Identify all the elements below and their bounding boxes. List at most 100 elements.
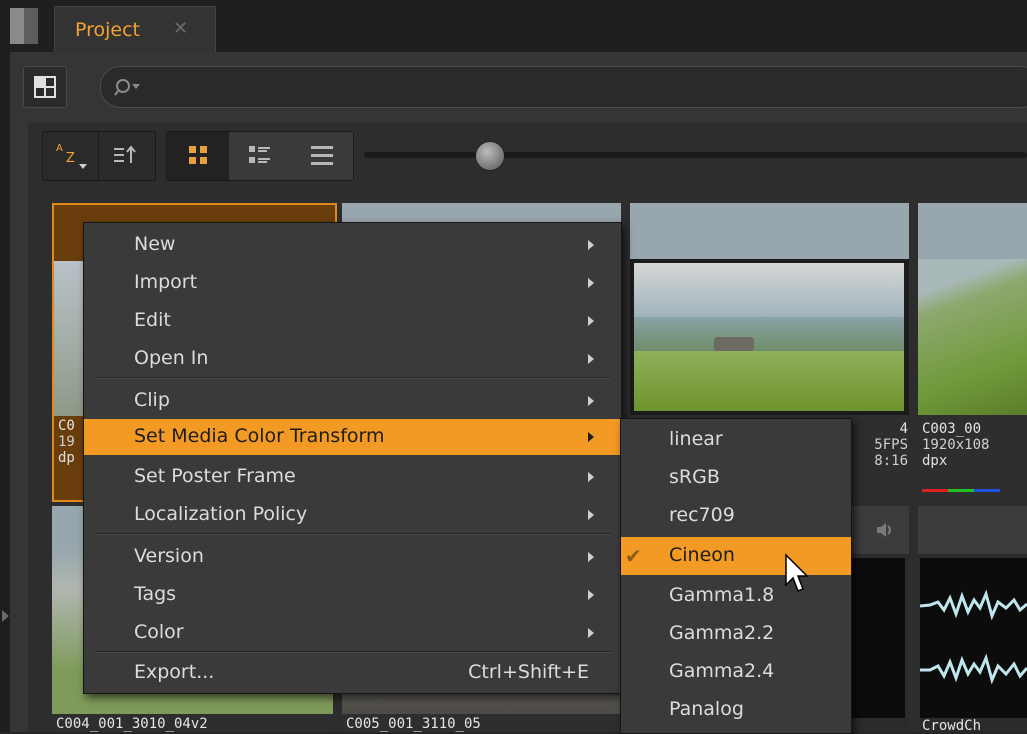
clip-name: C005_001_3110_05 [346, 716, 481, 732]
grid-view-icon [189, 146, 207, 164]
sort-az-button[interactable]: A Z [43, 132, 99, 180]
menu-item-label: Edit [134, 309, 171, 331]
menu-item-edit[interactable]: Edit [84, 303, 621, 339]
tab-project[interactable]: Project ✕ [54, 6, 216, 53]
left-rail [0, 52, 10, 732]
view-mode-controls [166, 131, 354, 181]
layout-toggle-button[interactable] [23, 66, 67, 108]
clip-sky [918, 203, 1027, 259]
submenu-item-label: Gamma2.2 [669, 622, 775, 644]
sort-az-icon [79, 164, 87, 169]
panel-tab-bar: Project ✕ [0, 0, 1027, 53]
submenu-item-label: sRGB [669, 466, 720, 488]
thumbnail-size-slider[interactable] [364, 152, 1027, 158]
clip-resolution: 1920x108 [922, 437, 990, 453]
sort-z-label: Z [66, 151, 75, 166]
submenu-arrow-icon [588, 396, 594, 406]
menu-item-export[interactable]: Export... Ctrl+Shift+E [84, 655, 621, 691]
submenu-item-label: linear [669, 428, 723, 450]
submenu-arrow-icon [588, 510, 594, 520]
menu-item-clip[interactable]: Clip [84, 383, 621, 419]
clip-thumbnail[interactable]: CrowdCh [918, 506, 1027, 734]
clip-format: dpx [922, 453, 948, 469]
list-view-icon [311, 146, 333, 165]
color-transform-srgb[interactable]: sRGB [621, 459, 851, 497]
menu-item-new[interactable]: New [84, 227, 621, 263]
menu-item-label: Clip [134, 389, 170, 411]
submenu-arrow-icon [588, 240, 594, 250]
audio-speaker-icon[interactable] [874, 520, 894, 540]
panel-grip-icon[interactable] [10, 8, 38, 44]
clip-metadata: C003_00 1920x108 dpx [922, 421, 1027, 469]
submenu-item-label: Gamma1.8 [669, 584, 775, 606]
submenu-item-label: rec709 [669, 504, 735, 526]
expand-arrow-icon[interactable] [2, 610, 9, 622]
clip-resolution: 19 [58, 434, 75, 450]
clip-name: 4 [899, 421, 908, 437]
color-transform-gamma2-2[interactable]: Gamma2.2 [621, 615, 851, 653]
menu-item-label: Version [134, 545, 204, 567]
menu-item-label: New [134, 233, 176, 255]
tab-title: Project [75, 19, 141, 41]
color-transform-gamma1-8[interactable]: Gamma1.8 [621, 577, 851, 615]
clip-thumbnail[interactable]: C003_00 1920x108 dpx [918, 203, 1027, 498]
menu-item-label: Color [134, 621, 184, 643]
search-icon[interactable] [113, 76, 141, 98]
menu-separator [94, 651, 611, 653]
menu-item-localization-policy[interactable]: Localization Policy [84, 497, 621, 533]
clip-sky [630, 203, 909, 259]
submenu-arrow-icon [588, 590, 594, 600]
menu-item-label: Open In [134, 347, 209, 369]
color-transform-gamma2-4[interactable]: Gamma2.4 [621, 653, 851, 691]
color-transform-rec709[interactable]: rec709 [621, 497, 851, 535]
clip-duration: 8:16 [874, 453, 908, 469]
submenu-arrow-icon [588, 432, 594, 442]
close-icon[interactable]: ✕ [173, 18, 188, 39]
submenu-arrow-icon [588, 316, 594, 326]
menu-item-color[interactable]: Color [84, 615, 621, 651]
submenu-arrow-icon [588, 472, 594, 482]
detail-view-button[interactable] [229, 132, 292, 180]
menu-item-import[interactable]: Import [84, 265, 621, 301]
list-view-button[interactable] [291, 132, 353, 180]
clip-image [630, 259, 909, 415]
menu-item-label: Tags [134, 583, 177, 605]
menu-item-open-in[interactable]: Open In [84, 341, 621, 377]
grid-view-button[interactable] [167, 132, 230, 180]
mouse-pointer-icon [785, 553, 809, 592]
clip-header [918, 506, 1027, 554]
channel-bar-red [922, 489, 948, 492]
clip-metadata: 4 5FPS 8:16 [846, 421, 908, 469]
color-transform-panalog[interactable]: Panalog [621, 691, 851, 729]
clip-format: dp [58, 450, 75, 466]
submenu-item-label: Panalog [669, 698, 744, 720]
menu-item-label: Localization Policy [134, 503, 308, 525]
menu-item-version[interactable]: Version [84, 539, 621, 575]
clip-name: C0 [58, 418, 75, 434]
detail-view-icon [249, 146, 270, 163]
context-menu: New Import Edit Open In Clip Set Media C… [83, 222, 622, 694]
menu-item-set-poster-frame[interactable]: Set Poster Frame [84, 459, 621, 495]
menu-item-tags[interactable]: Tags [84, 577, 621, 613]
search-input[interactable] [100, 66, 1027, 108]
submenu-arrow-icon [588, 552, 594, 562]
color-transform-cineon[interactable]: ✔ Cineon [621, 537, 851, 575]
channel-bar-blue [974, 489, 1000, 492]
clip-image [918, 259, 1027, 415]
menu-separator [94, 533, 611, 535]
color-transform-submenu: linear sRGB rec709 ✔ Cineon Gamma1.8 Gam… [620, 418, 852, 734]
sort-direction-icon [114, 145, 136, 163]
menu-item-label: Set Media Color Transform [134, 425, 385, 447]
sort-direction-button[interactable] [99, 132, 155, 180]
submenu-arrow-icon [588, 628, 594, 638]
checkmark-icon: ✔ [625, 544, 642, 568]
clip-name: C004_001_3010_04v2 [56, 716, 208, 732]
color-transform-linear[interactable]: linear [621, 421, 851, 459]
submenu-item-label: Cineon [669, 544, 735, 566]
menu-separator [94, 377, 611, 379]
submenu-arrow-icon [588, 278, 594, 288]
menu-item-set-media-color-transform[interactable]: Set Media Color Transform [84, 419, 621, 455]
slider-handle[interactable] [474, 141, 505, 171]
submenu-item-label: Gamma2.4 [669, 660, 775, 682]
submenu-arrow-icon [588, 354, 594, 364]
